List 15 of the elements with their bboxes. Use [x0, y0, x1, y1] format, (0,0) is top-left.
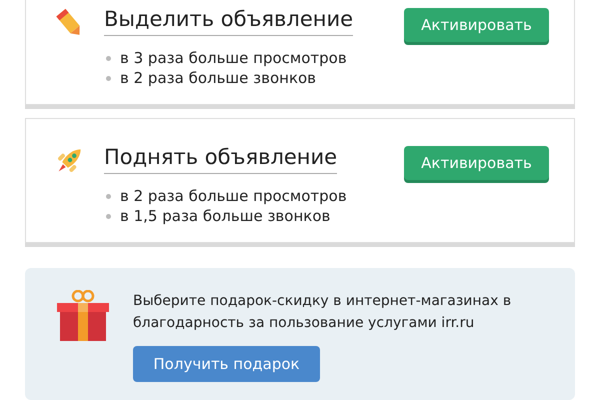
- get-gift-button[interactable]: Получить подарок: [133, 346, 320, 382]
- gift-text: Выберите подарок-скидку в интернет-магазинах в благодарность за пользование услугами irr.ru: [133, 292, 512, 333]
- benefit-text: в 2 раза больше просмотров: [120, 186, 347, 206]
- bullet-dot: [106, 76, 111, 80]
- benefit-text: в 1,5 раза больше звонков: [120, 206, 330, 226]
- activate-button[interactable]: Активировать: [404, 146, 549, 180]
- bullet-dot: [106, 56, 111, 60]
- bullet-dot: [106, 194, 111, 198]
- service-title[interactable]: Поднять объявление: [104, 143, 338, 174]
- benefit-text: в 3 раза больше просмотров: [120, 48, 347, 68]
- benefit-text: в 2 раза больше звонков: [120, 68, 316, 88]
- service-title[interactable]: Выделить объявление: [104, 5, 354, 36]
- activate-button[interactable]: Активировать: [404, 8, 549, 42]
- gift-icon: [56, 290, 110, 342]
- bullet-dot: [106, 214, 111, 218]
